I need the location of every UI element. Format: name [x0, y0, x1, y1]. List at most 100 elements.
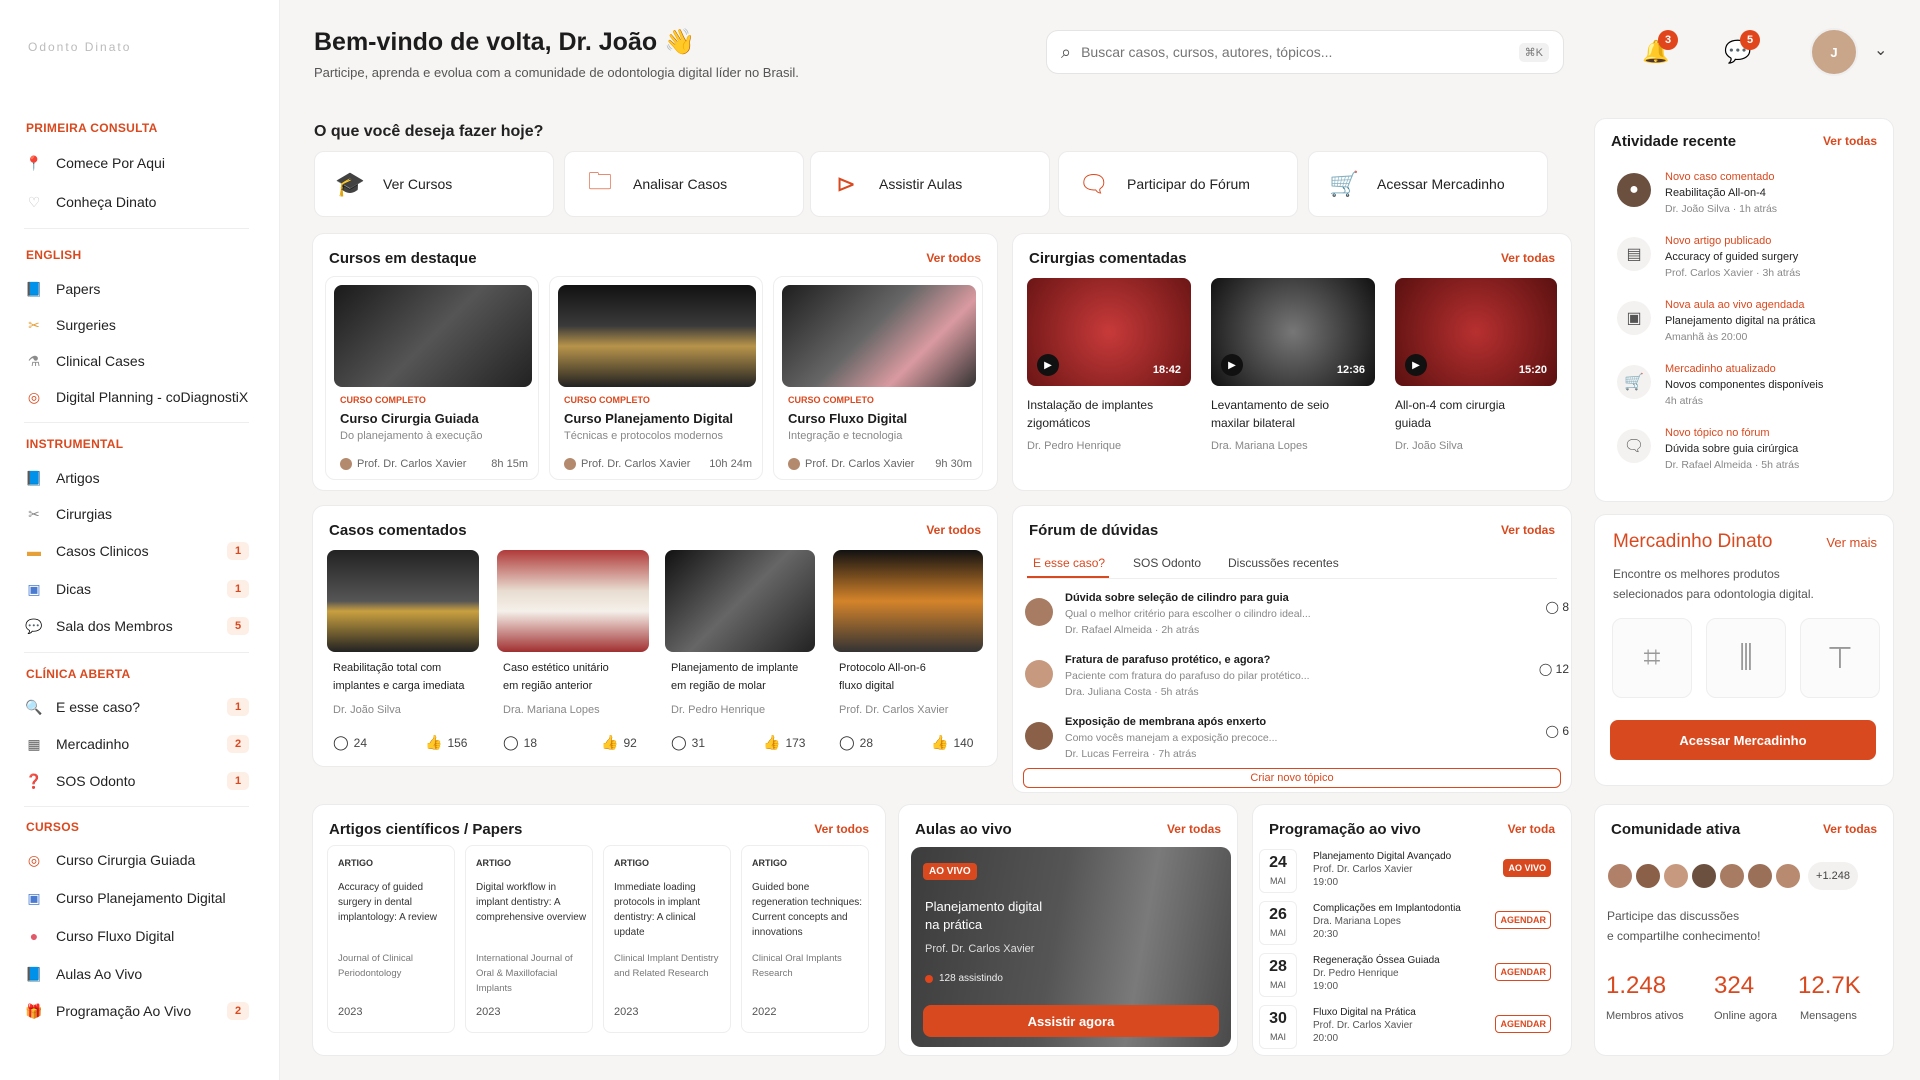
search-bar[interactable]: ⌕ ⌘K [1046, 30, 1564, 74]
more-members-badge[interactable]: +1.248 [1808, 862, 1858, 890]
comment-count[interactable]: ◯ 24 [333, 734, 367, 751]
sidebar-item-curso-fluxo[interactable]: ● Curso Fluxo Digital [24, 923, 249, 949]
surgery-video[interactable]: ▶ 12:36 [1211, 278, 1375, 386]
paper-card[interactable]: ARTIGO Digital workflow in implant denti… [465, 845, 593, 1033]
sidebar-item-e-esse-caso[interactable]: 🔍 E esse caso? 1 [24, 694, 249, 720]
member-avatar[interactable] [1634, 862, 1662, 890]
course-card[interactable]: CURSO COMPLETO Curso Fluxo Digital Integ… [773, 276, 983, 480]
sidebar-item-curso-cirurgia[interactable]: ◎ Curso Cirurgia Guiada [24, 847, 249, 873]
tab-recent-discussions[interactable]: Discussões recentes [1228, 556, 1339, 570]
sidebar-item-mercadinho[interactable]: ▦ Mercadinho 2 [24, 731, 249, 757]
watch-now-button[interactable]: Assistir agora [923, 1005, 1219, 1037]
quick-action-cases[interactable]: 🗀 Analisar Casos [564, 151, 804, 217]
sidebar-item-digital-planning[interactable]: ◎ Digital Planning - coDiagnostiX [24, 384, 249, 410]
sidebar-item-curso-planejamento[interactable]: ▣ Curso Planejamento Digital [24, 885, 249, 911]
product-thumbnail[interactable]: ⊤ [1800, 618, 1880, 698]
forum-question[interactable]: Exposição de membrana após enxerto Como … [1025, 716, 1585, 772]
paper-card[interactable]: ARTIGO Guided bone regeneration techniqu… [741, 845, 869, 1033]
live-badge[interactable]: AO VIVO [1503, 859, 1551, 877]
search-input[interactable] [1081, 44, 1519, 60]
activity-item[interactable]: ● Novo caso comentado Reabilitação All-o… [1617, 171, 1885, 233]
see-all-link[interactable]: Ver todas [1823, 822, 1877, 836]
like-count[interactable]: 👍 92 [601, 734, 637, 751]
sidebar-item-programacao[interactable]: 🎁 Programação Ao Vivo 2 [24, 998, 249, 1024]
like-count[interactable]: 👍 156 [425, 734, 467, 751]
see-all-link[interactable]: Ver todos [814, 822, 869, 836]
like-count[interactable]: 👍 173 [763, 734, 805, 751]
comment-count[interactable]: ◯ 18 [503, 734, 537, 751]
activity-item[interactable]: ▣ Nova aula ao vivo agendada Planejament… [1617, 299, 1885, 361]
surgery-video[interactable]: ▶ 15:20 [1395, 278, 1557, 386]
like-count[interactable]: 👍 140 [931, 734, 973, 751]
live-video[interactable]: AO VIVO Planejamento digital na prática … [911, 847, 1231, 1047]
forum-question[interactable]: Fratura de parafuso protético, e agora? … [1025, 654, 1585, 710]
logo[interactable]: Odonto Dinato [28, 40, 178, 62]
see-all-link[interactable]: Ver todos [926, 523, 981, 537]
paper-card[interactable]: ARTIGO Immediate loading protocols in im… [603, 845, 731, 1033]
quick-action-classes[interactable]: ⊳ Assistir Aulas [810, 151, 1050, 217]
sidebar-item-casos-clinicos[interactable]: ▬ Casos Clinicos 1 [24, 538, 249, 564]
tab-sos-odonto[interactable]: SOS Odonto [1133, 556, 1201, 570]
sidebar-item-dicas[interactable]: ▣ Dicas 1 [24, 576, 249, 602]
schedule-item[interactable]: 24 MAI Planejamento Digital Avançado Prof… [1259, 849, 1559, 899]
schedule-item[interactable]: 26 MAI Complicações em Implantodontia Dra… [1259, 901, 1559, 951]
sidebar-item-artigos[interactable]: 📘 Artigos [24, 465, 249, 491]
paper-card[interactable]: ARTIGO Accuracy of guided surgery in den… [327, 845, 455, 1033]
quick-action-courses[interactable]: 🎓 Ver Cursos [314, 151, 554, 217]
see-all-link[interactable]: Ver todas [1167, 822, 1221, 836]
see-all-link[interactable]: Ver toda [1508, 822, 1555, 836]
quick-action-forum[interactable]: 🗨 Participar do Fórum [1058, 151, 1298, 217]
see-more-link[interactable]: Ver mais [1826, 535, 1877, 550]
see-all-link[interactable]: Ver todos [926, 251, 981, 265]
sidebar-item-cirurgias[interactable]: ✂ Cirurgias [24, 501, 249, 527]
sidebar-item-surgeries[interactable]: ✂ Surgeries [24, 312, 249, 338]
schedule-button[interactable]: AGENDAR [1495, 963, 1551, 981]
quick-action-market[interactable]: 🛒 Acessar Mercadinho [1308, 151, 1548, 217]
comment-count[interactable]: ◯ 28 [839, 734, 873, 751]
sidebar-item-sos-odonto[interactable]: ❓ SOS Odonto 1 [24, 768, 249, 794]
product-thumbnail[interactable]: ⫼ [1706, 618, 1786, 698]
sidebar-item-sala-membros[interactable]: 💬 Sala dos Membros 5 [24, 613, 249, 639]
sidebar-item-papers[interactable]: 📘 Papers [24, 276, 249, 302]
case-thumbnail[interactable] [497, 550, 649, 652]
market-button[interactable]: Acessar Mercadinho [1610, 720, 1876, 760]
see-all-link[interactable]: Ver todas [1501, 251, 1555, 265]
member-avatar[interactable] [1606, 862, 1634, 890]
avatar[interactable]: J [1810, 28, 1858, 76]
activity-item[interactable]: 🛒 Mercadinho atualizado Novos componente… [1617, 363, 1885, 425]
member-avatar[interactable] [1774, 862, 1802, 890]
tab-e-esse-caso[interactable]: E esse caso? [1033, 556, 1105, 570]
surgery-video[interactable]: ▶ 18:42 [1027, 278, 1191, 386]
chevron-down-icon[interactable]: ⌄ [1874, 40, 1887, 60]
comment-count[interactable]: ◯ 31 [671, 734, 705, 751]
activity-item[interactable]: ▤ Novo artigo publicado Accuracy of guid… [1617, 235, 1885, 297]
see-all-link[interactable]: Ver todas [1501, 523, 1555, 537]
messages-button[interactable]: 💬 5 [1716, 30, 1760, 74]
notifications-button[interactable]: 🔔 3 [1634, 30, 1678, 74]
activity-item[interactable]: 🗨 Novo tópico no fórum Dúvida sobre guia… [1617, 427, 1885, 489]
play-icon[interactable]: ▶ [1221, 354, 1243, 376]
play-icon[interactable]: ▶ [1405, 354, 1427, 376]
member-avatar[interactable] [1690, 862, 1718, 890]
course-card[interactable]: CURSO COMPLETO Curso Cirurgia Guiada Do … [325, 276, 539, 480]
product-thumbnail[interactable]: ⌗ [1612, 618, 1692, 698]
sidebar-item-aulas-ao-vivo[interactable]: 📘 Aulas Ao Vivo [24, 961, 249, 987]
new-topic-button[interactable]: Criar novo tópico [1023, 768, 1561, 788]
sidebar-item-comece[interactable]: 📍 Comece Por Aqui [24, 150, 249, 176]
play-icon[interactable]: ▶ [1037, 354, 1059, 376]
see-all-link[interactable]: Ver todas [1823, 134, 1877, 148]
sidebar-item-conheca[interactable]: ♡ Conheça Dinato [24, 189, 249, 215]
sidebar-item-clinical-cases[interactable]: ⚗ Clinical Cases [24, 348, 249, 374]
schedule-button[interactable]: AGENDAR [1495, 911, 1551, 929]
member-avatar[interactable] [1746, 862, 1774, 890]
case-thumbnail[interactable] [327, 550, 479, 652]
case-thumbnail[interactable] [833, 550, 983, 652]
member-avatar[interactable] [1662, 862, 1690, 890]
member-avatar[interactable] [1718, 862, 1746, 890]
schedule-item[interactable]: 28 MAI Regeneração Óssea Guiada Dr. Pedro… [1259, 953, 1559, 1003]
course-card[interactable]: CURSO COMPLETO Curso Planejamento Digita… [549, 276, 763, 480]
forum-question[interactable]: Dúvida sobre seleção de cilindro para gu… [1025, 592, 1585, 648]
case-thumbnail[interactable] [665, 550, 815, 652]
schedule-button[interactable]: AGENDAR [1495, 1015, 1551, 1033]
schedule-item[interactable]: 30 MAI Fluxo Digital na Prática Prof. Dr.… [1259, 1005, 1559, 1055]
